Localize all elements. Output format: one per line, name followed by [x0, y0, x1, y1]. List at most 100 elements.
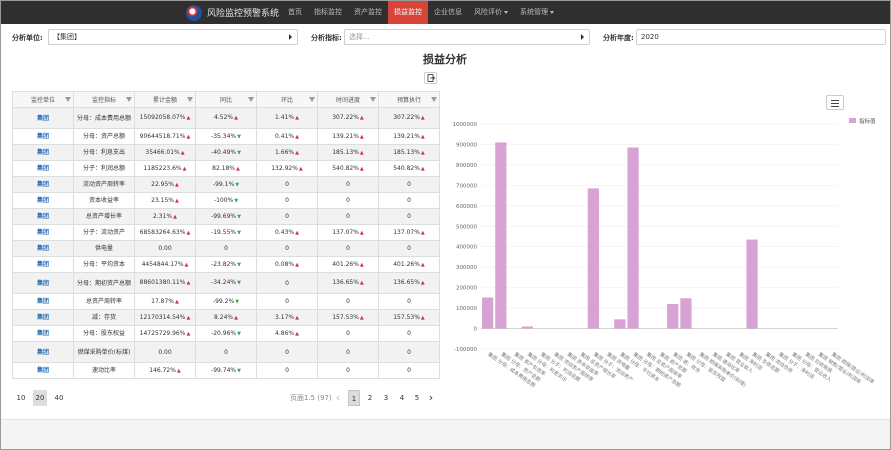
- table-row[interactable]: 集团 流动资产周转率 22.95%▲ -99.1%▼ 0 0 0: [12, 176, 440, 193]
- chevron-right-icon[interactable]: ›: [426, 390, 436, 406]
- arrow-up-icon: ▲: [420, 133, 425, 140]
- arrow-up-icon: ▲: [420, 115, 425, 121]
- brand[interactable]: 风险监控预警系统: [186, 4, 279, 21]
- column-header-2[interactable]: 累计金额: [134, 91, 196, 108]
- column-header-1[interactable]: 监控指标: [73, 91, 135, 108]
- table-row[interactable]: 集团 分母：成本费用总额 15092058.07%▲ 4.52%▲ 1.41%▲ 307.…: [12, 107, 440, 129]
- nav-item-3[interactable]: 损益监控: [388, 1, 428, 24]
- table-row[interactable]: 集团 分母：股东权益 14725729.96%▲ -20.96%▼ 4.86%▲ 0 0: [12, 325, 440, 342]
- arrow-up-icon: ▲: [175, 181, 179, 188]
- cell-unit[interactable]: 集团: [12, 309, 74, 326]
- page-button-5[interactable]: 5: [411, 390, 423, 406]
- indicator-value: 流动资产周转率: [82, 181, 125, 188]
- arrow-down-icon: ▼: [235, 181, 240, 188]
- amount-value: 68583264.63%: [139, 228, 186, 236]
- table-row[interactable]: 集团 分母：资产总额 90644518.71%▲ -35.34%▼ 0.41%▲ 139.…: [12, 128, 440, 145]
- column-header-3[interactable]: 同比: [195, 91, 257, 108]
- table-row[interactable]: 集团 分母：平均资本 4454844.17%▲ -23.82%▼ 0.08%▲ 401.2…: [12, 256, 440, 273]
- filter-icon[interactable]: [126, 97, 132, 102]
- table-row[interactable]: 集团 总资产增长率 2.31%▲ -99.69%▼ 0 0 0: [12, 208, 440, 225]
- cell-indicator: 分子：利润总额: [73, 160, 135, 177]
- page-size-20[interactable]: 20: [33, 390, 47, 406]
- cell-amount: 22.95%▲: [134, 176, 196, 193]
- table-row[interactable]: 集团 燃煤采购单价(标煤) 0.00 0 0 0 0: [12, 341, 440, 363]
- nav-item-5[interactable]: 风险评价: [468, 1, 514, 24]
- cell-unit[interactable]: 集团: [12, 128, 74, 145]
- y-tick-label: 300000: [456, 265, 477, 271]
- year-input[interactable]: 2020: [636, 29, 886, 45]
- indicator-select[interactable]: 选择...: [344, 29, 590, 45]
- cell-amount: 146.72%▲: [134, 362, 196, 379]
- table-row[interactable]: 集团 分母：利息支出 35466.01%▲ -40.49%▼ 1.66%▲ 185.13%…: [12, 144, 440, 161]
- arrow-up-icon: ▲: [234, 314, 238, 321]
- column-header-4[interactable]: 环比: [256, 91, 318, 108]
- unit-select[interactable]: 【集团】: [48, 29, 298, 45]
- progress-value: 185.13%: [332, 148, 359, 156]
- filter-icon[interactable]: [248, 97, 254, 102]
- page-button-1[interactable]: 1: [348, 390, 360, 406]
- budget-value: 0: [407, 348, 411, 356]
- cell-unit[interactable]: 集团: [12, 144, 74, 161]
- nav-item-1[interactable]: 指标监控: [308, 1, 348, 24]
- column-header-0[interactable]: 监控单位: [12, 91, 74, 108]
- cell-unit[interactable]: 集团: [12, 362, 74, 379]
- export-button[interactable]: [424, 72, 437, 84]
- filter-icon[interactable]: [431, 97, 437, 102]
- cell-mom: 3.17%▲: [256, 309, 318, 326]
- progress-value: 139.21%: [332, 132, 359, 140]
- arrow-up-icon: ▲: [420, 165, 425, 172]
- page-button-4[interactable]: 4: [396, 390, 408, 406]
- cell-mom: 1.41%▲: [256, 107, 318, 129]
- nav-item-6[interactable]: 系统管理: [514, 1, 560, 24]
- cell-yoy: -40.49%▼: [195, 144, 257, 161]
- filter-icon[interactable]: [65, 97, 71, 102]
- cell-unit[interactable]: 集团: [12, 256, 74, 273]
- arrow-up-icon: ▲: [295, 133, 299, 140]
- table-row[interactable]: 集团 供电量 0.00 0 0 0 0: [12, 240, 440, 257]
- table-row[interactable]: 集团 分母：期初资产总额 88601380.11%▲ -34.24%▼ 0 136.65%…: [12, 272, 440, 294]
- progress-value: 0: [346, 348, 350, 356]
- arrow-down-icon: ▼: [234, 197, 239, 204]
- cell-unit[interactable]: 集团: [12, 224, 74, 241]
- cell-unit[interactable]: 集团: [12, 107, 74, 129]
- table-row[interactable]: 集团 减：存货 12170314.54%▲ 8.24%▲ 3.17%▲ 157.53%▲ 1…: [12, 309, 440, 326]
- cell-unit[interactable]: 集团: [12, 192, 74, 209]
- table-row[interactable]: 集团 分子：利润总额 1185223.6%▲ 82.18%▲ 132.92%▲ 540.8…: [12, 160, 440, 177]
- mom-value: 3.17%: [275, 313, 295, 321]
- filter-icon[interactable]: [370, 97, 376, 102]
- cell-unit[interactable]: 集团: [12, 176, 74, 193]
- arrow-up-icon: ▲: [420, 149, 425, 156]
- cell-unit[interactable]: 集团: [12, 240, 74, 257]
- cell-amount: 14725729.96%▲: [134, 325, 196, 342]
- nav-item-0[interactable]: 首页: [282, 1, 308, 24]
- yoy-value: -40.49%: [211, 148, 237, 156]
- cell-unit[interactable]: 集团: [12, 272, 74, 294]
- filter-icon[interactable]: [187, 97, 193, 102]
- column-header-5[interactable]: 时间进度: [317, 91, 379, 108]
- cell-unit[interactable]: 集团: [12, 208, 74, 225]
- unit-value: 集团: [36, 245, 49, 252]
- cell-unit[interactable]: 集团: [12, 293, 74, 310]
- nav-item-2[interactable]: 资产监控: [348, 1, 388, 24]
- table-row[interactable]: 集团 资本收益率 23.15%▲ -100%▼ 0 0 0: [12, 192, 440, 209]
- cell-yoy: -100%▼: [195, 192, 257, 209]
- cell-unit[interactable]: 集团: [12, 325, 74, 342]
- page-button-2[interactable]: 2: [364, 390, 376, 406]
- filter-icon[interactable]: [309, 97, 315, 102]
- chart-menu-button[interactable]: [826, 95, 844, 110]
- page-button-3[interactable]: 3: [380, 390, 392, 406]
- page-size-10[interactable]: 10: [14, 390, 28, 406]
- arrow-up-icon: ▲: [295, 229, 299, 236]
- table-row[interactable]: 集团 分子：流动资产 68583264.63%▲ -19.55%▼ 0.43%▲ 137.…: [12, 224, 440, 241]
- cell-unit[interactable]: 集团: [12, 341, 74, 363]
- column-header-label: 环比: [280, 97, 293, 104]
- y-tick-label: -100000: [454, 347, 477, 353]
- nav-item-4[interactable]: 企业信息: [428, 1, 468, 24]
- unit-value: 集团: [36, 229, 49, 236]
- column-header-6[interactable]: 预算执行: [378, 91, 440, 108]
- table-row[interactable]: 集团 总资产周转率 17.87%▲ -99.2%▼ 0 0 0: [12, 293, 440, 310]
- chevron-left-icon[interactable]: ‹: [333, 390, 343, 406]
- table-row[interactable]: 集团 速动比率 146.72%▲ -99.74%▼ 0 0 0: [12, 362, 440, 379]
- cell-unit[interactable]: 集团: [12, 160, 74, 177]
- page-size-40[interactable]: 40: [52, 390, 66, 406]
